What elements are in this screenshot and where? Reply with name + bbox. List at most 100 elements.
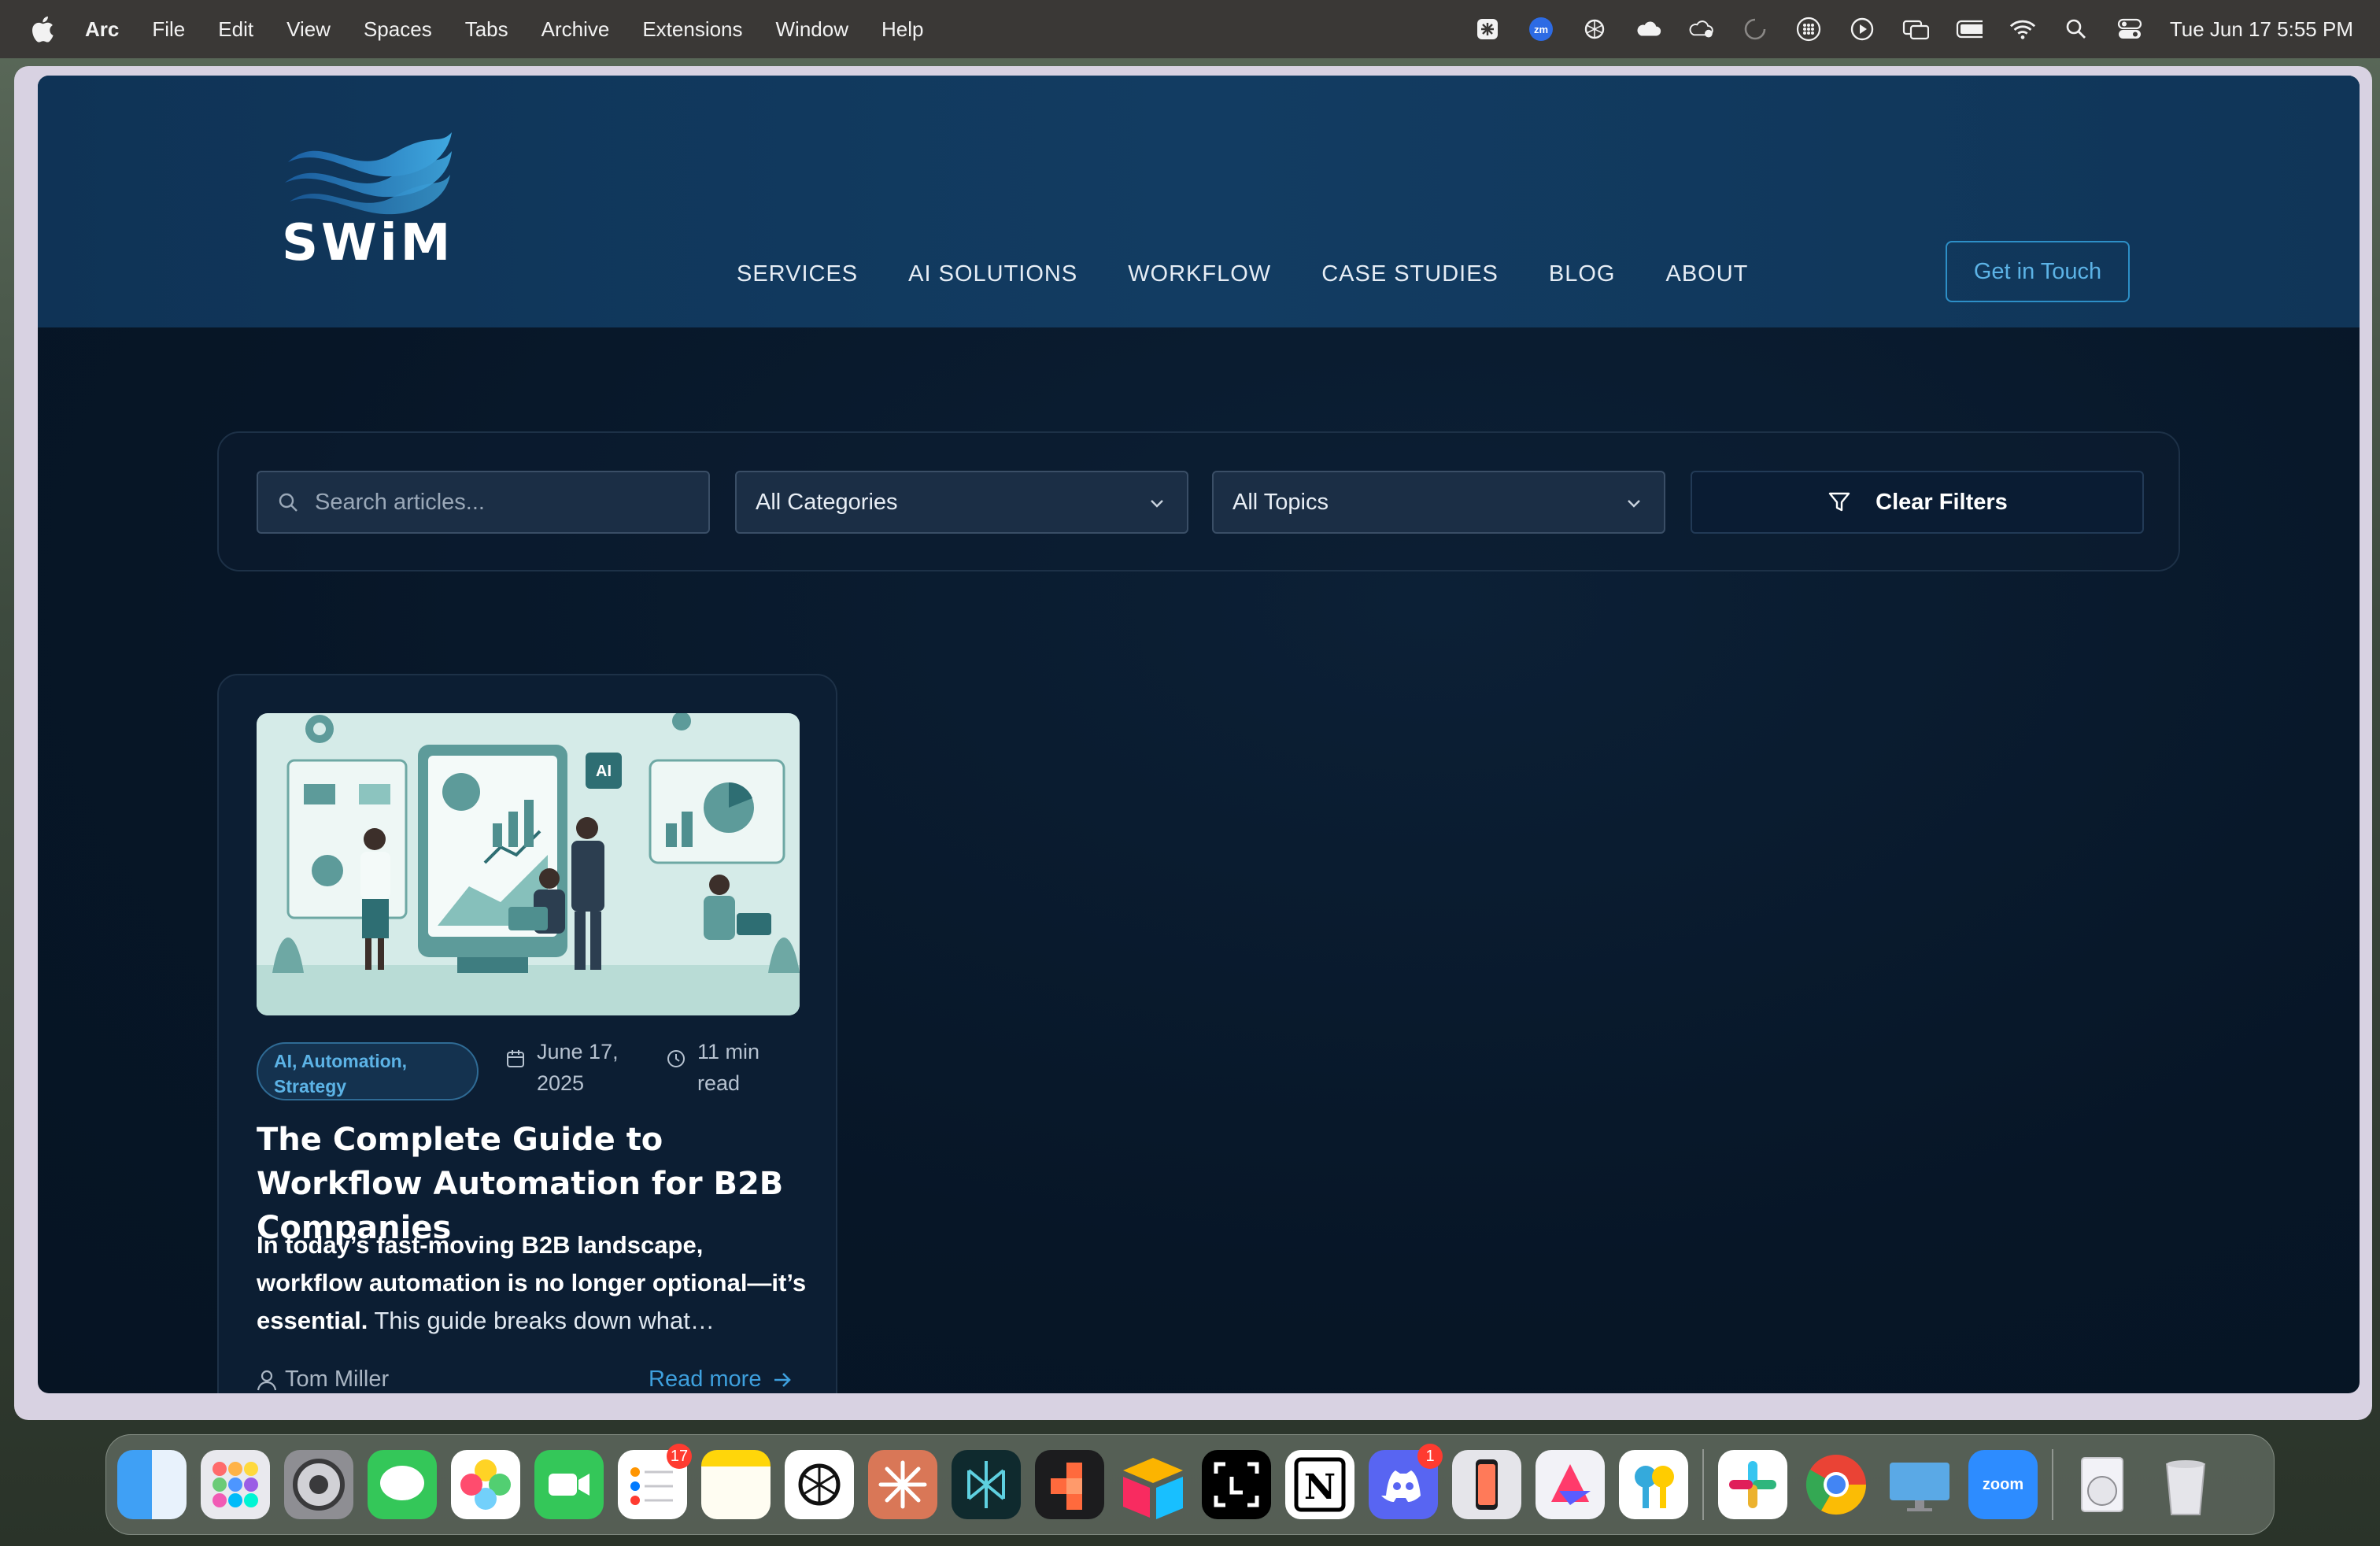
chevron-down-icon bbox=[1151, 500, 1163, 508]
article-illustration[interactable]: AI bbox=[257, 713, 800, 1015]
battery-icon[interactable] bbox=[1956, 16, 1983, 43]
menu-edit[interactable]: Edit bbox=[218, 17, 253, 42]
article-excerpt-rest: This guide breaks down what… bbox=[368, 1307, 715, 1334]
chatgpt-status-icon[interactable] bbox=[1581, 16, 1608, 43]
claude-app-icon[interactable] bbox=[868, 1450, 937, 1519]
reminders-badge: 17 bbox=[667, 1444, 692, 1469]
menu-tabs[interactable]: Tabs bbox=[465, 17, 508, 42]
menu-archive[interactable]: Archive bbox=[541, 17, 610, 42]
facetime-app-icon[interactable] bbox=[534, 1450, 604, 1519]
menu-file[interactable]: File bbox=[152, 17, 185, 42]
trash-icon[interactable] bbox=[2151, 1450, 2220, 1519]
user-icon bbox=[257, 1370, 277, 1390]
system-settings-app-icon[interactable] bbox=[284, 1450, 353, 1519]
menu-window[interactable]: Window bbox=[776, 17, 848, 42]
article-author: Tom Miller bbox=[257, 1367, 389, 1393]
zoom-app-icon[interactable]: zoom bbox=[1968, 1450, 2038, 1519]
airtable-app-icon[interactable] bbox=[1118, 1450, 1188, 1519]
arrow-right-icon bbox=[774, 1372, 792, 1387]
search-input[interactable]: Search articles... bbox=[257, 471, 710, 534]
search-placeholder: Search articles... bbox=[315, 489, 485, 515]
category-select-value: All Categories bbox=[756, 489, 898, 515]
get-in-touch-button[interactable]: Get in Touch bbox=[1946, 241, 2130, 302]
article-card[interactable]: AI AI, Automation, Strategy June 17, 202… bbox=[217, 674, 837, 1393]
grid-dots-icon[interactable] bbox=[1795, 16, 1822, 43]
slack-app-icon[interactable] bbox=[1718, 1450, 1787, 1519]
chatgpt-app-icon[interactable] bbox=[785, 1450, 854, 1519]
control-center-icon[interactable] bbox=[2116, 16, 2143, 43]
topic-select-value: All Topics bbox=[1232, 489, 1329, 515]
author-name: Tom Miller bbox=[285, 1367, 390, 1392]
read-more-link[interactable]: Read more bbox=[649, 1367, 793, 1393]
perplexity-status-icon[interactable] bbox=[1474, 16, 1501, 43]
nav-workflow[interactable]: WORKFLOW bbox=[1128, 261, 1271, 287]
photos-app-icon[interactable] bbox=[451, 1450, 520, 1519]
launchpad-app-icon[interactable] bbox=[201, 1450, 270, 1519]
category-select[interactable]: All Categories bbox=[735, 471, 1188, 534]
search-icon bbox=[279, 493, 298, 512]
chevron-down-icon bbox=[1628, 500, 1640, 508]
browser-window: SWiM SERVICES AI SOLUTIONS WORKFLOW CASE… bbox=[14, 66, 2372, 1420]
perplexity-app-icon[interactable] bbox=[952, 1450, 1021, 1519]
article-read-time: 11 min read bbox=[697, 1040, 760, 1095]
menu-bar: Arc File Edit View Spaces Tabs Archive E… bbox=[0, 0, 2380, 58]
menu-app-name[interactable]: Arc bbox=[85, 17, 119, 42]
nav-services[interactable]: SERVICES bbox=[737, 261, 858, 287]
menu-spaces[interactable]: Spaces bbox=[364, 17, 432, 42]
nav-ai-solutions[interactable]: AI SOLUTIONS bbox=[908, 261, 1077, 287]
cloud-sync-icon[interactable] bbox=[1688, 16, 1715, 43]
notes-app-icon[interactable] bbox=[701, 1450, 771, 1519]
play-icon[interactable] bbox=[1849, 16, 1876, 43]
discord-app-icon[interactable]: 1 bbox=[1369, 1444, 1443, 1519]
clock-icon bbox=[667, 1050, 685, 1067]
nav-blog[interactable]: BLOG bbox=[1549, 261, 1616, 287]
dock-separator bbox=[1702, 1449, 1704, 1520]
article-tags-badge[interactable]: AI, Automation, Strategy bbox=[257, 1042, 479, 1100]
mosaic-app-icon[interactable] bbox=[1035, 1450, 1104, 1519]
dock-separator bbox=[2052, 1449, 2053, 1520]
apple-menu-icon[interactable] bbox=[28, 14, 55, 44]
display-app-icon[interactable] bbox=[1885, 1450, 1954, 1519]
calendar-icon bbox=[507, 1050, 524, 1067]
messages-app-icon[interactable] bbox=[368, 1450, 437, 1519]
notion-app-icon[interactable]: N bbox=[1285, 1450, 1354, 1519]
site-logo-text[interactable]: SWiM bbox=[282, 214, 453, 272]
svg-text:zm: zm bbox=[1534, 24, 1548, 35]
zoom-status-icon[interactable]: zm bbox=[1528, 16, 1554, 43]
filter-bar: Search articles... All Categories All To… bbox=[217, 431, 2180, 571]
read-more-label: Read more bbox=[649, 1367, 762, 1392]
screens-icon[interactable] bbox=[1902, 16, 1929, 43]
filter-funnel-icon bbox=[1828, 492, 1850, 512]
chrome-app-icon[interactable] bbox=[1802, 1450, 1871, 1519]
wifi-icon[interactable] bbox=[2009, 16, 2036, 43]
menu-help[interactable]: Help bbox=[881, 17, 923, 42]
finder-app-icon[interactable] bbox=[117, 1450, 187, 1519]
passwords-app-icon[interactable] bbox=[1619, 1450, 1688, 1519]
macos-dock: 17 N 1 zoom bbox=[105, 1434, 2275, 1535]
discord-badge: 1 bbox=[1417, 1444, 1443, 1469]
menu-clock[interactable]: Tue Jun 17 5:55 PM bbox=[2170, 17, 2353, 42]
screenshot-app-icon[interactable] bbox=[1202, 1450, 1271, 1519]
loading-icon[interactable] bbox=[1742, 16, 1768, 43]
nav-about[interactable]: ABOUT bbox=[1666, 261, 1749, 287]
web-page: SWiM SERVICES AI SOLUTIONS WORKFLOW CASE… bbox=[38, 76, 2360, 1393]
nav-case-studies[interactable]: CASE STUDIES bbox=[1321, 261, 1499, 287]
clear-filters-button[interactable]: Clear Filters bbox=[1691, 471, 2144, 534]
craft-app-icon[interactable] bbox=[1536, 1450, 1605, 1519]
reminders-app-icon[interactable]: 17 bbox=[618, 1444, 692, 1519]
article-date: June 17, 2025 bbox=[537, 1040, 619, 1095]
menu-extensions[interactable]: Extensions bbox=[642, 17, 742, 42]
clear-filters-label: Clear Filters bbox=[1876, 489, 2008, 515]
iphone-mirroring-app-icon[interactable] bbox=[1452, 1450, 1521, 1519]
cloud-icon[interactable] bbox=[1635, 16, 1661, 43]
spotlight-search-icon[interactable] bbox=[2063, 16, 2090, 43]
topic-select[interactable]: All Topics bbox=[1212, 471, 1665, 534]
downloads-folder-icon[interactable] bbox=[2068, 1450, 2137, 1519]
site-header: SWiM SERVICES AI SOLUTIONS WORKFLOW CASE… bbox=[38, 76, 2360, 327]
zoom-app-label: zoom bbox=[1982, 1475, 2024, 1493]
svg-text:N: N bbox=[1304, 1467, 1336, 1507]
ai-chip-label: AI bbox=[596, 763, 612, 780]
menu-view[interactable]: View bbox=[286, 17, 331, 42]
main-nav: SERVICES AI SOLUTIONS WORKFLOW CASE STUD… bbox=[737, 261, 1748, 287]
article-excerpt: In today’s fast-moving B2B landscape, wo… bbox=[257, 1226, 808, 1340]
